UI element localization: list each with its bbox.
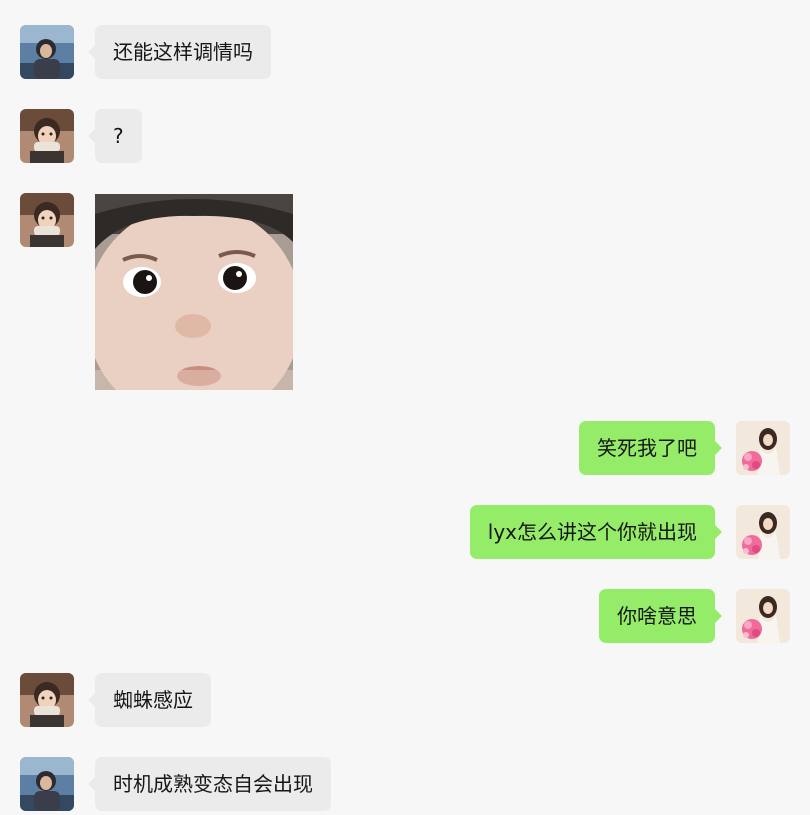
avatar-friend-a[interactable] bbox=[20, 25, 74, 79]
avatar-self[interactable] bbox=[736, 421, 790, 475]
avatar-friend-a[interactable] bbox=[20, 757, 74, 811]
avatar-friend-b[interactable] bbox=[20, 193, 74, 247]
message-bubble[interactable]: 还能这样调情吗 bbox=[88, 25, 271, 79]
message-text: 笑死我了吧 bbox=[597, 436, 697, 460]
message-bubble[interactable]: 你啥意思 bbox=[599, 589, 722, 643]
message-text: 蜘蛛感应 bbox=[113, 688, 193, 712]
message-bubble[interactable]: lyx怎么讲这个你就出现 bbox=[469, 505, 723, 559]
message-bubble[interactable]: 时机成熟变态自会出现 bbox=[88, 757, 331, 811]
message-bubble[interactable]: ? bbox=[88, 109, 142, 163]
avatar-friend-b[interactable] bbox=[20, 673, 74, 727]
message-text: lyx怎么讲这个你就出现 bbox=[487, 520, 697, 544]
message-text: ? bbox=[113, 124, 124, 148]
avatar-self[interactable] bbox=[736, 505, 790, 559]
message-text: 你啥意思 bbox=[617, 604, 697, 628]
baby-face-sticker-image[interactable] bbox=[95, 194, 293, 390]
avatar-self[interactable] bbox=[736, 589, 790, 643]
message-text: 时机成熟变态自会出现 bbox=[113, 772, 313, 796]
avatar-friend-b[interactable] bbox=[20, 109, 74, 163]
message-bubble[interactable]: 笑死我了吧 bbox=[579, 421, 722, 475]
message-text: 还能这样调情吗 bbox=[113, 40, 253, 64]
message-bubble[interactable]: 蜘蛛感应 bbox=[88, 673, 211, 727]
